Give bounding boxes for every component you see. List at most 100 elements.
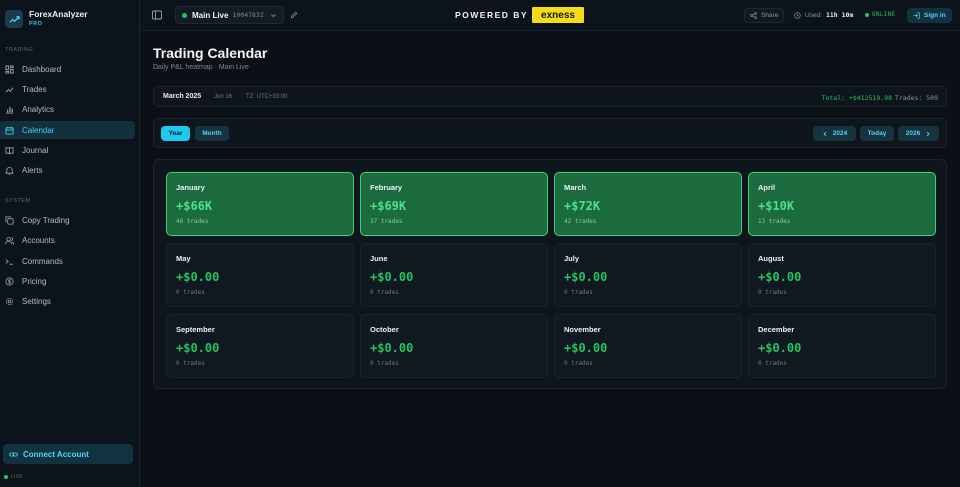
- month-pnl: +$0.00: [176, 341, 220, 355]
- section-label-trading: TRADING: [5, 47, 34, 53]
- sidebar-item-trades[interactable]: Trades: [0, 80, 135, 98]
- today-button[interactable]: Today: [860, 126, 894, 141]
- partner-logo[interactable]: exness: [532, 7, 584, 23]
- page-title: Trading Calendar: [153, 45, 268, 61]
- sign-in-label: Sign in: [924, 12, 946, 19]
- pencil-icon[interactable]: [290, 11, 298, 19]
- share-button[interactable]: Share: [744, 8, 785, 23]
- brand-tier-badge: PRO: [29, 21, 43, 27]
- month-card-october[interactable]: October +$0.00 0 trades: [360, 314, 548, 378]
- month-pnl: +$0.00: [564, 341, 608, 355]
- usage-indicator: Used: 11h 10m: [794, 11, 853, 19]
- usage-value: 11h 10m: [825, 11, 854, 19]
- month-name: June: [370, 254, 388, 263]
- month-trade-count: 13 trades: [758, 218, 791, 225]
- live-dot-icon: [4, 475, 8, 479]
- next-year-button[interactable]: 2026: [898, 126, 939, 141]
- trend-icon: [5, 86, 14, 93]
- month-name: September: [176, 325, 215, 334]
- month-trade-count: 37 trades: [370, 218, 403, 225]
- next-year-label: 2026: [905, 130, 921, 137]
- share-icon: [750, 12, 757, 19]
- total-trades: Trades: 509: [894, 93, 938, 102]
- sidebar-item-dashboard[interactable]: Dashboard: [0, 60, 135, 78]
- month-pnl: +$10K: [758, 199, 795, 213]
- month-trade-count: 0 trades: [564, 289, 593, 296]
- users-icon: [5, 236, 14, 244]
- terminal-icon: [5, 258, 14, 265]
- month-card-december[interactable]: December +$0.00 0 trades: [748, 314, 936, 378]
- month-pnl: +$66K: [176, 199, 213, 213]
- account-name: Main Live: [192, 10, 229, 20]
- sidebar-item-pricing[interactable]: Pricing: [0, 272, 135, 290]
- month-pnl: +$69K: [370, 199, 407, 213]
- share-label: Share: [761, 12, 779, 19]
- sidebar-item-analytics[interactable]: Analytics: [0, 100, 135, 118]
- sidebar-item-accounts[interactable]: Accounts: [0, 231, 135, 249]
- month-name: May: [176, 254, 191, 263]
- month-card-september[interactable]: September +$0.00 0 trades: [166, 314, 354, 378]
- sign-in-icon: [913, 12, 920, 19]
- month-name: August: [758, 254, 784, 263]
- selected-month: March 2025: [163, 93, 202, 100]
- month-card-january[interactable]: January +$66K 46 trades: [166, 172, 354, 236]
- sidebar-item-label: Dashboard: [22, 64, 62, 74]
- month-trade-count: 0 trades: [370, 360, 399, 367]
- chevron-down-icon: [270, 13, 276, 17]
- month-card-august[interactable]: August +$0.00 0 trades: [748, 243, 936, 307]
- connect-account-button[interactable]: Connect Account: [3, 444, 133, 464]
- connection-status: ONLINE: [865, 11, 895, 18]
- month-pnl: +$0.00: [370, 341, 414, 355]
- clock-icon: [794, 11, 801, 19]
- sidebar-item-settings[interactable]: Settings: [0, 292, 135, 310]
- month-card-june[interactable]: June +$0.00 0 trades: [360, 243, 548, 307]
- month-trade-count: 0 trades: [564, 360, 593, 367]
- copy-icon: [5, 215, 14, 225]
- month-pnl: +$0.00: [370, 270, 414, 284]
- sidebar-item-commands[interactable]: Commands: [0, 252, 135, 270]
- sidebar-item-alerts[interactable]: Alerts: [0, 161, 135, 179]
- account-selector[interactable]: Main Live 10047832: [175, 6, 284, 24]
- sign-in-button[interactable]: Sign in: [907, 8, 952, 23]
- month-pnl: +$0.00: [758, 341, 802, 355]
- month-name: March: [564, 183, 587, 192]
- month-name: December: [758, 325, 795, 334]
- sidebar-item-copy-trading[interactable]: Copy Trading: [0, 211, 135, 229]
- current-date: Jun 16: [214, 93, 233, 100]
- month-trade-count: 0 trades: [176, 289, 205, 296]
- chevron-left-icon: [823, 131, 826, 136]
- month-trade-count: 0 trades: [758, 289, 787, 296]
- month-card-february[interactable]: February +$69K 37 trades: [360, 172, 548, 236]
- sidebar-item-label: Journal: [22, 145, 49, 155]
- month-card-may[interactable]: May +$0.00 0 trades: [166, 243, 354, 307]
- sidebar-toggle-icon[interactable]: [152, 10, 162, 20]
- sidebar-item-label: Trades: [22, 84, 47, 94]
- calendar-icon: [5, 126, 14, 135]
- online-dot-icon: [865, 12, 869, 17]
- account-status-dot-icon: [182, 12, 187, 18]
- timezone: TZ: UTC+03:00: [246, 93, 288, 100]
- brand[interactable]: ForexAnalyzer PRO: [5, 9, 88, 29]
- previous-year-button[interactable]: 2024: [813, 126, 856, 141]
- month-trade-count: 42 trades: [564, 218, 597, 225]
- sidebar-item-label: Alerts: [22, 165, 43, 175]
- sidebar-item-label: Accounts: [22, 235, 55, 245]
- view-month-button[interactable]: Month: [195, 126, 229, 141]
- brand-name: ForexAnalyzer: [29, 9, 88, 19]
- month-card-july[interactable]: July +$0.00 0 trades: [554, 243, 742, 307]
- month-name: October: [370, 325, 399, 334]
- month-pnl: +$72K: [564, 199, 601, 213]
- month-trade-count: 46 trades: [176, 218, 209, 225]
- sidebar-item-label: Copy Trading: [22, 215, 70, 225]
- connect-account-label: Connect Account: [23, 449, 89, 459]
- link-icon: [9, 451, 18, 457]
- sidebar-item-calendar[interactable]: Calendar: [0, 121, 135, 139]
- powered-by-label: POWERED BY: [455, 10, 529, 20]
- month-card-november[interactable]: November +$0.00 0 trades: [554, 314, 742, 378]
- month-card-april[interactable]: April +$10K 13 trades: [748, 172, 936, 236]
- account-number: 10047832: [232, 11, 264, 19]
- view-year-button[interactable]: Year: [161, 126, 190, 141]
- month-card-march[interactable]: March +$72K 42 trades: [554, 172, 742, 236]
- sidebar-item-journal[interactable]: Journal: [0, 141, 135, 159]
- sidebar-item-label: Calendar: [22, 125, 55, 135]
